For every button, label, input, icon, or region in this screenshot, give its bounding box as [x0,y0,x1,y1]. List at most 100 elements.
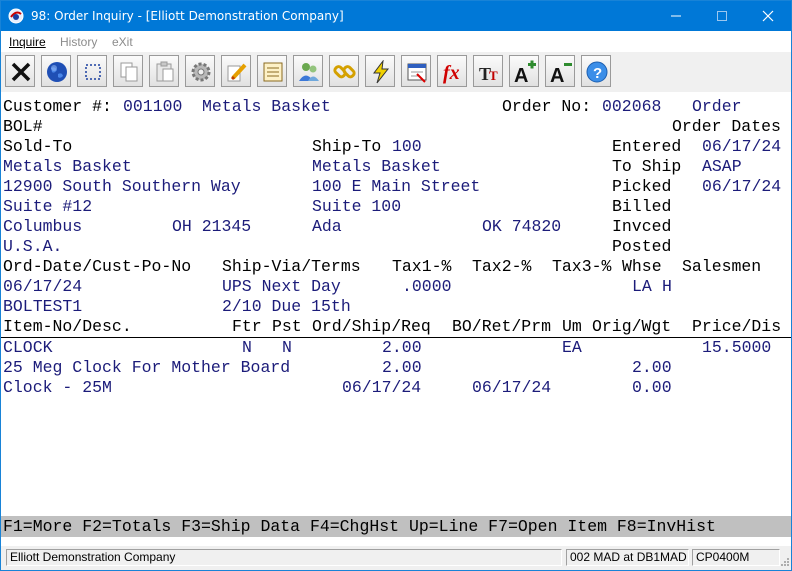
ship-via-value: UPS Next Day [222,277,341,296]
ord-ship-req-header: Ord/Ship/Req [312,317,431,336]
um-header: Um [562,317,582,336]
maximize-icon [717,11,727,21]
toolbar-font-increase-button[interactable]: A [509,55,539,87]
to-ship-label: To Ship [612,157,682,176]
svg-text:?: ? [593,65,602,82]
toolbar-font-button[interactable]: TT [473,55,503,87]
svg-text:A: A [550,65,564,84]
line-item-desc2: Clock - 25M [3,378,112,397]
menu-inquire[interactable]: Inquire [9,35,46,49]
ship-to-code: 100 [392,137,422,156]
line-item-um: EA [562,338,582,357]
bo-ret-prm-header: BO/Ret/Prm [452,317,552,336]
edit-icon [227,63,247,82]
settings-icon [191,62,211,82]
svg-text:A: A [514,65,528,84]
status-company: Elliott Demonstration Company [6,549,562,566]
picked-date: 06/17/24 [702,177,782,196]
title-bar: 98: Order Inquiry - [Elliott Demonstrati… [1,1,791,31]
posted-label: Posted [612,237,672,256]
copy-icon [120,62,138,82]
line-item-wgt: 0.00 [632,378,672,397]
line-item-req-date: 06/17/24 [342,378,422,397]
ship-to-state-zip: OK 74820 [482,217,562,236]
minimize-button[interactable] [653,1,699,31]
close-icon [11,62,31,82]
window-icon [407,63,427,83]
order-no-label: Order No: [502,97,592,116]
menu-history[interactable]: History [60,35,97,49]
line-item-pst: N [282,338,292,357]
order-inquiry-window: 98: Order Inquiry - [Elliott Demonstrati… [0,0,792,571]
entered-label: Entered [612,137,682,156]
price-dis-header: Price/Dis [692,317,782,336]
tax2-header: Tax2-% [472,257,532,276]
menu-exit-label: eXit [112,35,133,49]
toolbar: fx TT A A ? [1,52,791,92]
sold-to-address2: Suite #12 [3,197,93,216]
line-items-area[interactable]: CLOCK N N 2.00 EA 15.5000 25 Meg Clock F… [1,338,791,516]
salesmen-header: Salesmen [682,257,762,276]
line-item-ftr: N [242,338,252,357]
to-ship-value: ASAP [702,157,742,176]
globe-icon [47,62,67,82]
line-item-price: 15.5000 [702,338,772,357]
status-program: CP0400M [692,549,780,566]
link-icon [333,65,356,79]
line-item-number: CLOCK [3,338,53,357]
order-dates-label: Order Dates [672,117,781,136]
toolbar-notes-button[interactable] [257,55,287,87]
toolbar-window-button[interactable] [401,55,431,87]
ship-to-name: Metals Basket [312,157,441,176]
notes-icon [263,62,283,82]
order-number: 002068 [602,97,662,116]
maximize-button[interactable] [699,1,745,31]
sold-to-address1: 12900 South Southern Way [3,177,241,196]
customer-number: 001100 [123,97,183,116]
customer-label: Customer #: [3,97,112,116]
paste-icon [156,61,174,82]
toolbar-lightning-button[interactable] [365,55,395,87]
toolbar-globe-button[interactable] [41,55,71,87]
ship-to-address2: Suite 100 [312,197,402,216]
tax1-value: .0000 [402,277,452,296]
minimize-icon [671,15,681,17]
menu-exit[interactable]: eXit [112,35,133,49]
toolbar-help-button[interactable]: ? [581,55,611,87]
item-desc-header: Item-No/Desc. [3,317,132,336]
function-key-bar: F1=More F2=Totals F3=Ship Data F4=ChgHst… [1,516,791,537]
close-button[interactable] [745,1,791,31]
ship-to-address1: 100 E Main Street [312,177,481,196]
whse-value: LA [632,277,652,296]
toolbar-font-decrease-button[interactable]: A [545,55,575,87]
bol-label: BOL# [3,117,43,136]
sold-to-city: Columbus [3,217,83,236]
salesmen-value: H [662,277,672,296]
terms-value: 2/10 Due 15th [222,297,351,316]
order-type: Order [692,97,742,116]
status-location: 002 MAD at DB1MAD [566,549,689,566]
toolbar-close-button[interactable] [5,55,35,87]
toolbar-users-button[interactable] [293,55,323,87]
toolbar-settings-button[interactable] [185,55,215,87]
entered-date: 06/17/24 [702,137,782,156]
toolbar-select-button[interactable] [77,55,107,87]
line-item-prm-date: 06/17/24 [472,378,552,397]
toolbar-copy-button[interactable] [113,55,143,87]
ord-date-value: 06/17/24 [3,277,83,296]
toolbar-edit-button[interactable] [221,55,251,87]
sold-to-state-zip: OH 21345 [172,217,252,236]
toolbar-function-button[interactable]: fx [437,55,467,87]
cust-po-value: BOLTEST1 [3,297,83,316]
resize-grip-icon[interactable] [779,556,790,567]
ship-to-label: Ship-To [312,137,382,156]
function-icon: fx [443,62,460,84]
picked-label: Picked [612,177,672,196]
ord-date-po-header: Ord-Date/Cust-Po-No [3,257,192,276]
sold-to-label: Sold-To [3,137,73,156]
users-icon [299,63,319,81]
toolbar-paste-button[interactable] [149,55,179,87]
pst-header: Pst [272,317,302,336]
tax3-header: Tax3-% [552,257,612,276]
toolbar-link-button[interactable] [329,55,359,87]
